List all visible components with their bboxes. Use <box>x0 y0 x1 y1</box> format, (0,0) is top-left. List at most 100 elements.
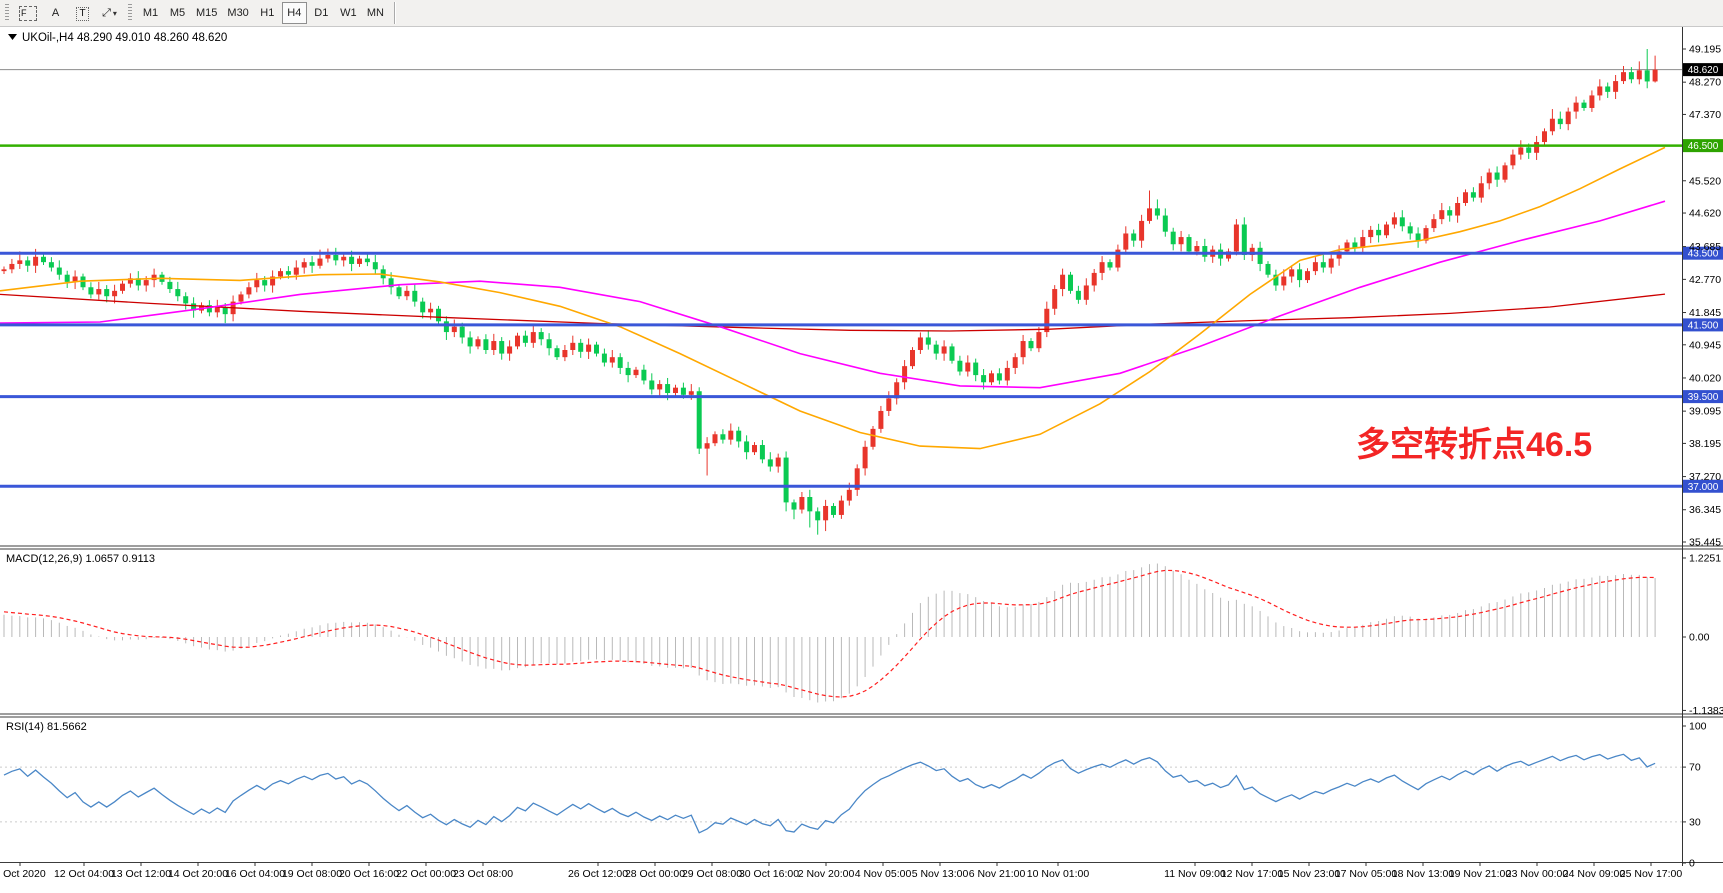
candle <box>981 375 986 382</box>
candle <box>1471 192 1476 197</box>
candle <box>1550 119 1555 132</box>
candle <box>1558 119 1563 124</box>
time-tick-label: 18 Nov 13:00 <box>1392 868 1455 880</box>
candle <box>1305 271 1310 280</box>
candle <box>1645 70 1650 81</box>
candle <box>1171 232 1176 245</box>
candle <box>547 339 552 348</box>
candle <box>799 497 804 510</box>
arrows-tool-button[interactable]: ⤢▾ <box>97 2 122 24</box>
candle <box>1479 183 1484 197</box>
price-badge-label: 46.500 <box>1688 141 1719 152</box>
candle <box>594 345 599 354</box>
price-axis[interactable]: 49.19548.27047.37045.52044.62043.68542.7… <box>1682 44 1723 870</box>
candle <box>444 321 449 332</box>
candle <box>902 366 907 382</box>
candle <box>847 490 852 501</box>
candle <box>294 268 299 275</box>
timeframe-h1-button[interactable]: H1 <box>255 2 280 24</box>
time-tick-label: 5 Nov 13:00 <box>912 868 969 880</box>
candle <box>183 296 188 303</box>
candle <box>815 511 820 520</box>
candle <box>1108 262 1113 267</box>
time-tick-label: 26 Oct 12:00 <box>568 868 628 880</box>
toolbar-grip[interactable] <box>128 4 132 22</box>
candle <box>2 269 7 271</box>
candle <box>562 350 567 357</box>
candle <box>831 506 836 515</box>
timeframe-m15-button[interactable]: M15 <box>192 2 221 24</box>
timeframe-m30-button[interactable]: M30 <box>223 2 252 24</box>
timeframe-m5-button[interactable]: M5 <box>165 2 190 24</box>
candle <box>1242 225 1247 255</box>
time-tick-label: 24 Nov 09:00 <box>1563 868 1626 880</box>
candle <box>397 287 402 296</box>
price-tick-label: 48.270 <box>1689 77 1721 89</box>
fibonacci-tool-button[interactable]: F <box>15 2 41 24</box>
candle <box>863 447 868 469</box>
candle <box>1289 269 1294 276</box>
text-label-tool-button[interactable]: T <box>70 3 95 25</box>
candle <box>1084 285 1089 299</box>
candle <box>934 345 939 354</box>
candle <box>412 291 417 302</box>
candle <box>25 260 30 265</box>
arrows-tool-icon: ⤢ <box>102 7 111 20</box>
candle <box>1036 332 1041 348</box>
candle <box>41 257 46 262</box>
candle <box>649 380 654 389</box>
time-axis[interactable]: 9 Oct 202012 Oct 04:0013 Oct 12:0014 Oct… <box>0 862 1682 880</box>
candle <box>1431 219 1436 228</box>
time-tick-label: 12 Oct 04:00 <box>54 868 114 880</box>
time-tick-label: 12 Nov 17:00 <box>1221 868 1284 880</box>
price-tick-label: 41.845 <box>1689 307 1721 319</box>
rsi-line <box>4 754 1655 833</box>
candle <box>555 348 560 357</box>
candle <box>997 373 1002 380</box>
candle <box>88 287 93 294</box>
candle <box>460 327 465 338</box>
candle <box>33 257 38 266</box>
timeframe-w1-button[interactable]: W1 <box>336 2 361 24</box>
toolbar-grip[interactable] <box>5 4 9 22</box>
candle <box>570 343 575 350</box>
text-tool-button[interactable]: A <box>43 2 68 24</box>
annotation-text: 多空转折点46.5 <box>1356 426 1592 464</box>
candle <box>404 291 409 296</box>
candle <box>1597 86 1602 95</box>
macd-pane <box>4 564 1655 703</box>
candle <box>499 341 504 354</box>
candle <box>1376 230 1381 235</box>
candle <box>1076 291 1081 300</box>
candle <box>1503 165 1508 179</box>
candle <box>120 284 125 291</box>
candle <box>1052 289 1057 309</box>
candle <box>436 309 441 322</box>
timeframe-d1-button[interactable]: D1 <box>309 2 334 24</box>
timeframe-h4-button[interactable]: H4 <box>282 2 307 24</box>
pane-separator <box>0 862 1723 863</box>
candle <box>1526 147 1531 152</box>
fibonacci-icon: F <box>19 6 37 21</box>
candle <box>792 502 797 509</box>
candle <box>1060 275 1065 289</box>
candle <box>1068 275 1073 291</box>
candle <box>476 339 481 346</box>
time-tick-label: 6 Nov 21:00 <box>969 868 1026 880</box>
candle <box>302 262 307 267</box>
candle <box>618 357 623 368</box>
candle <box>1179 237 1184 244</box>
timeframe-m1-button[interactable]: M1 <box>138 2 163 24</box>
candle <box>1566 112 1571 125</box>
moving-averages <box>0 147 1665 448</box>
symbol-dropdown-icon[interactable] <box>8 34 17 40</box>
candle <box>957 361 962 372</box>
candle <box>1266 264 1271 275</box>
candle <box>610 357 615 362</box>
chart-canvas[interactable]: 48.62046.50043.50041.50039.50037.000 49.… <box>0 0 1723 893</box>
timeframe-mn-button[interactable]: MN <box>363 2 388 24</box>
timeframe-group: M1M5M15M30H1H4D1W1MN <box>137 2 389 24</box>
candle <box>1163 216 1168 232</box>
candle <box>1408 226 1413 233</box>
candle <box>278 271 283 276</box>
